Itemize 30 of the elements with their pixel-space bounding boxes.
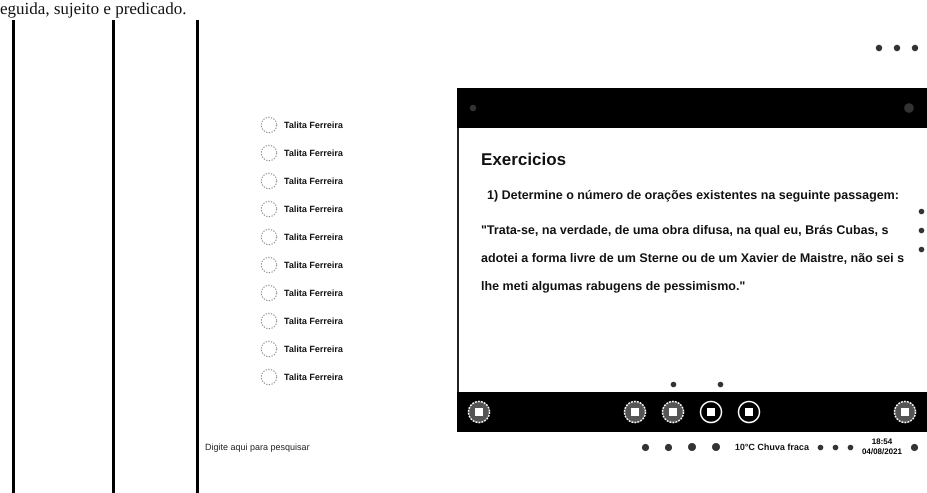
contact-name[interactable]: Talita Ferreira [284,148,343,158]
contact-name[interactable]: Talita Ferreira [284,316,343,326]
quote-line: lhe meti algumas rabugens de pessimismo." [481,278,746,295]
clock-time[interactable]: 18:54 [872,437,892,447]
avatar-icon [260,368,278,386]
avatar-icon [260,340,278,358]
avatar-icon [260,172,278,190]
avatar-icon [260,144,278,162]
contact-name[interactable]: Talita Ferreira [284,372,343,382]
contact-name[interactable]: Talita Ferreira [284,260,343,270]
avatar-icon [260,116,278,134]
slide-title: Exercicios [481,150,568,170]
avatar-icon [260,284,278,302]
avatar-icon [260,256,278,274]
contact-name[interactable]: Talita Ferreira [284,288,343,298]
quote-line: "Trata-se, na verdade, de uma obra difusa, na qual eu, Brás Cubas, s [481,222,890,239]
contact-name[interactable]: Talita Ferreira [284,176,343,186]
avatar-icon [260,228,278,246]
contact-name[interactable]: Talita Ferreira [284,120,343,130]
quote-line: adotei a forma livre de um Sterne ou de um Xavier de Maistre, não sei s [481,250,906,267]
contact-name[interactable]: Talita Ferreira [284,204,343,214]
search-field[interactable]: Digite aqui para pesquisar [205,442,355,452]
document-text: eguida, sujeito e predicado. [0,0,186,18]
contact-name[interactable]: Talita Ferreira [284,344,343,354]
clock-date[interactable]: 04/08/2021 [862,447,902,457]
avatar-icon [260,312,278,330]
weather-text[interactable]: 10°C Chuva fraca [734,442,809,452]
contact-name[interactable]: Talita Ferreira [284,232,343,242]
avatar-icon [260,200,278,218]
question-text: 1) Determine o número de orações existentes na seguinte passagem: [487,188,900,202]
